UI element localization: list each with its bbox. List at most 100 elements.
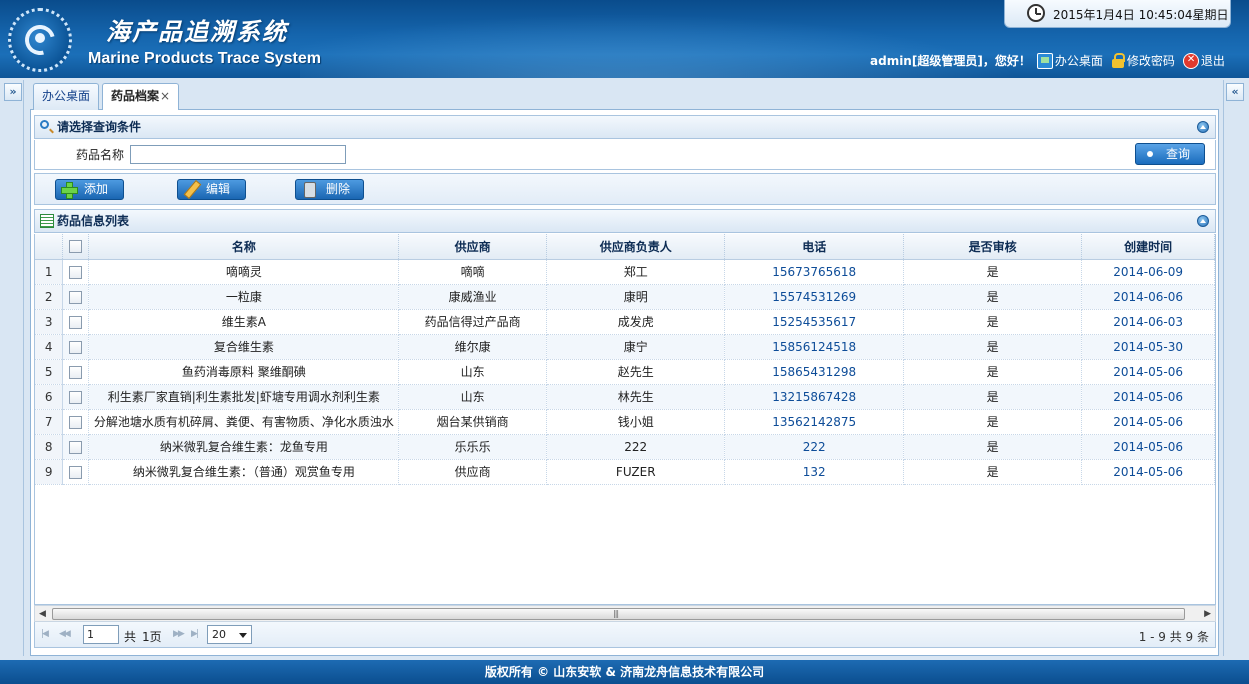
scroll-left-icon[interactable]: ◀	[39, 609, 46, 619]
cell-supplier: 山东	[398, 359, 548, 385]
scrollbar-thumb[interactable]: |||	[52, 608, 1185, 620]
select-all-checkbox[interactable]	[69, 240, 83, 254]
list-panel-title: 药品信息列表	[57, 214, 130, 228]
user-bar: admin[超级管理员]，您好！ 办公桌面 修改密码 退出	[870, 52, 1233, 69]
cell-phone: 132	[724, 459, 904, 485]
table-row[interactable]: 9 纳米微乳复合维生素：（普通）观赏鱼专用 供应商 FUZER 132 是 2014-05-…	[35, 459, 1215, 485]
column-header-audited[interactable]: 是否审核	[903, 234, 1083, 260]
collapse-list-icon[interactable]	[1197, 215, 1209, 227]
row-checkbox[interactable]	[69, 440, 83, 454]
cell-contact: 钱小姐	[546, 409, 726, 435]
query-panel-title: 请选择查询条件	[57, 120, 142, 134]
logo-icon	[8, 8, 72, 72]
tab-drug-archive[interactable]: 药品档案×	[102, 83, 180, 111]
delete-button[interactable]: 删除	[295, 179, 364, 200]
table-row[interactable]: 1 嘀嘀灵 嘀嘀 郑工 15673765618 是 2014-06-09	[35, 259, 1215, 285]
row-checkbox-cell	[62, 284, 90, 310]
pencil-icon	[182, 181, 200, 198]
row-checkbox-cell	[62, 309, 90, 335]
list-panel-header: 药品信息列表	[34, 209, 1216, 233]
scroll-right-icon[interactable]: ▶	[1204, 609, 1211, 619]
cell-name: 鱼药消毒原料 聚维酮碘	[88, 359, 400, 385]
row-number: 2	[35, 284, 64, 310]
table-row[interactable]: 2 一粒康 康威渔业 康明 15574531269 是 2014-06-06	[35, 284, 1215, 310]
cell-phone: 13215867428	[724, 384, 904, 410]
row-checkbox[interactable]	[69, 365, 83, 379]
cell-created: 2014-05-06	[1081, 384, 1215, 410]
horizontal-scrollbar[interactable]: ◀ ||| ▶	[34, 605, 1216, 622]
row-number-header	[35, 234, 64, 260]
table-row[interactable]: 3 维生素A 药品信得过产品商 成发虎 15254535617 是 2014-06-03	[35, 309, 1215, 335]
cell-audited: 是	[903, 384, 1083, 410]
column-header-contact[interactable]: 供应商负责人	[546, 234, 726, 260]
last-page-icon[interactable]: ▶|	[191, 629, 199, 639]
prev-page-icon[interactable]: ◀◀	[59, 629, 71, 639]
row-checkbox[interactable]	[69, 315, 83, 329]
cell-created: 2014-05-06	[1081, 359, 1215, 385]
datetime-text: 2015年1月4日 10:45:04星期日	[1053, 8, 1229, 22]
column-header-name[interactable]: 名称	[88, 234, 400, 260]
row-checkbox[interactable]	[69, 340, 83, 354]
cell-name: 分解池塘水质有机碎屑、粪便、有害物质、净化水质浊水	[88, 409, 400, 435]
datetime-box: 2015年1月4日 10:45:04星期日	[1004, 0, 1231, 28]
expand-right-icon[interactable]: «	[1226, 83, 1244, 101]
drug-table: 名称 供应商 供应商负责人 电话 是否审核 创建时间 1 嘀嘀灵 嘀嘀 郑工 15673…	[35, 234, 1215, 485]
column-header-created[interactable]: 创建时间	[1081, 234, 1215, 260]
row-checkbox[interactable]	[69, 265, 83, 279]
cell-name: 利生素厂家直销|利生素批发|虾塘专用调水剂利生素	[88, 384, 400, 410]
add-button[interactable]: 添加	[55, 179, 124, 200]
edit-button[interactable]: 编辑	[177, 179, 246, 200]
row-checkbox-cell	[62, 459, 90, 485]
row-checkbox[interactable]	[69, 390, 83, 404]
column-header-phone[interactable]: 电话	[724, 234, 904, 260]
trash-icon	[300, 181, 318, 198]
cell-phone: 15254535617	[724, 309, 904, 335]
edit-button-label: 编辑	[206, 182, 231, 196]
cell-name: 纳米微乳复合维生素：（普通）观赏鱼专用	[88, 459, 400, 485]
page-size-select[interactable]: 20	[207, 625, 252, 644]
table-row[interactable]: 7 分解池塘水质有机碎屑、粪便、有害物质、净化水质浊水 烟台某供销商 钱小姐 13562…	[35, 409, 1215, 435]
page-number-input[interactable]: 1	[83, 625, 119, 644]
row-checkbox[interactable]	[69, 465, 83, 479]
row-checkbox-cell	[62, 384, 90, 410]
row-number: 8	[35, 434, 64, 460]
cell-created: 2014-06-09	[1081, 259, 1215, 285]
row-checkbox-cell	[62, 434, 90, 460]
first-page-icon[interactable]: |◀	[41, 629, 49, 639]
tab-desktop[interactable]: 办公桌面	[33, 83, 100, 110]
table-row[interactable]: 6 利生素厂家直销|利生素批发|虾塘专用调水剂利生素 山东 林先生 1321586742…	[35, 384, 1215, 410]
row-checkbox[interactable]	[69, 415, 83, 429]
cell-contact: 赵先生	[546, 359, 726, 385]
drug-name-input[interactable]	[130, 145, 346, 164]
cell-created: 2014-05-06	[1081, 409, 1215, 435]
change-password-link[interactable]: 修改密码	[1111, 52, 1175, 69]
expand-left-icon[interactable]: »	[4, 83, 22, 101]
row-number: 7	[35, 409, 64, 435]
cell-phone: 222	[724, 434, 904, 460]
table-row[interactable]: 5 鱼药消毒原料 聚维酮碘 山东 赵先生 15865431298 是 2014-05-06	[35, 359, 1215, 385]
row-checkbox[interactable]	[69, 290, 83, 304]
tab-close-icon[interactable]: ×	[160, 89, 170, 103]
row-number: 3	[35, 309, 64, 335]
desktop-link[interactable]: 办公桌面	[1036, 52, 1103, 69]
table-icon	[40, 214, 54, 228]
row-number: 9	[35, 459, 64, 485]
cell-created: 2014-05-30	[1081, 334, 1215, 360]
column-header-supplier[interactable]: 供应商	[398, 234, 548, 260]
next-page-icon[interactable]: ▶▶	[173, 629, 185, 639]
logout-label: 退出	[1200, 54, 1225, 68]
right-sidebar-strip	[1223, 80, 1247, 656]
logout-link[interactable]: 退出	[1182, 52, 1225, 69]
query-button[interactable]: 查询	[1135, 143, 1205, 165]
footer-copyright: 版权所有 © 山东安软 & 济南龙舟信息技术有限公司	[0, 660, 1249, 684]
delete-button-label: 删除	[326, 182, 351, 196]
add-icon	[60, 181, 78, 199]
cell-supplier: 乐乐乐	[398, 434, 548, 460]
cell-contact: 222	[546, 434, 726, 460]
table-row[interactable]: 8 纳米微乳复合维生素：龙鱼专用 乐乐乐 222 222 是 2014-05-06	[35, 434, 1215, 460]
cell-contact: 成发虎	[546, 309, 726, 335]
table-row[interactable]: 4 复合维生素 维尔康 康宁 15856124518 是 2014-05-30	[35, 334, 1215, 360]
app-title-cn: 海产品追溯系统	[106, 17, 288, 46]
cell-supplier: 烟台某供销商	[398, 409, 548, 435]
collapse-query-icon[interactable]	[1197, 121, 1209, 133]
